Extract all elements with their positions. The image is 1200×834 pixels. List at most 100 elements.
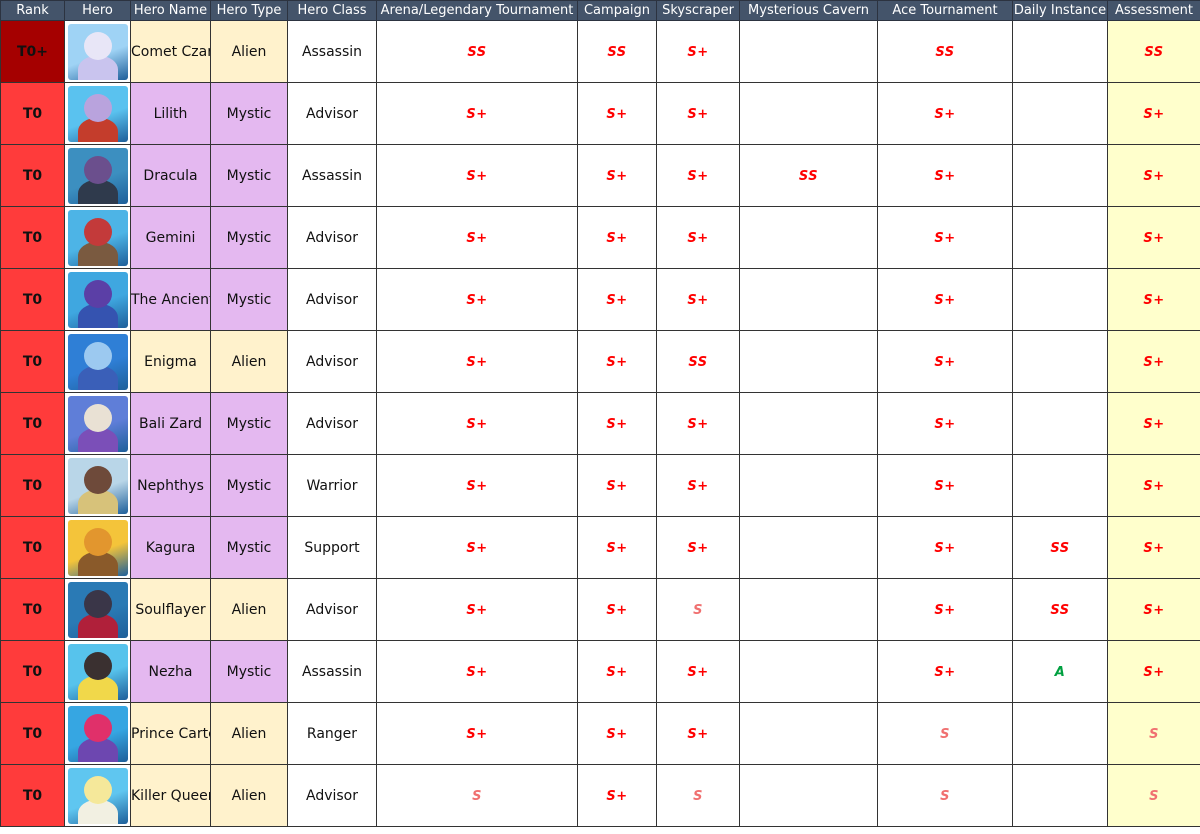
header-hero-type[interactable]: Hero Type xyxy=(210,0,288,21)
header-daily-instance[interactable]: Daily Instance xyxy=(1012,0,1108,21)
mysterious-cavern-grade-cell xyxy=(739,516,878,579)
assessment-grade: S+ xyxy=(1143,416,1165,432)
daily-instance-grade-cell xyxy=(1012,268,1108,331)
hero-portrait-cell xyxy=(64,516,131,579)
arena-grade-cell: S+ xyxy=(376,392,578,455)
campaign-grade-cell: S+ xyxy=(577,392,657,455)
skyscraper-grade: S+ xyxy=(687,292,709,308)
assessment-grade: S+ xyxy=(1143,106,1165,122)
portrait-head-shape xyxy=(83,589,112,618)
ace-tournament-grade: S xyxy=(940,726,950,742)
daily-instance-grade-cell xyxy=(1012,206,1108,269)
the-ancient-portrait xyxy=(67,271,128,328)
ace-tournament-grade-cell: S+ xyxy=(877,330,1013,393)
hero-row: T0 Bali Zard Mystic Advisor S+ S+ S+ S+ S+ xyxy=(0,392,1200,455)
ace-tournament-grade: S+ xyxy=(934,230,956,246)
rank-cell: T0+ xyxy=(0,20,65,83)
hero-row: T0 Lilith Mystic Advisor S+ S+ S+ S+ S+ xyxy=(0,82,1200,145)
enigma-portrait xyxy=(67,333,128,390)
skyscraper-grade: S+ xyxy=(687,230,709,246)
arena-grade: S+ xyxy=(466,664,488,680)
assessment-grade: S xyxy=(1149,726,1159,742)
daily-instance-grade-cell: A xyxy=(1012,640,1108,703)
hero-portrait-cell xyxy=(64,144,131,207)
portrait-head-shape xyxy=(83,93,112,122)
mysterious-cavern-grade-cell xyxy=(739,702,878,765)
mysterious-cavern-grade: SS xyxy=(798,168,819,184)
mysterious-cavern-grade-cell xyxy=(739,206,878,269)
arena-grade: S+ xyxy=(466,292,488,308)
campaign-grade: S+ xyxy=(606,478,628,494)
assessment-grade: S+ xyxy=(1143,168,1165,184)
hero-portrait-cell xyxy=(64,268,131,331)
daily-instance-grade: SS xyxy=(1050,602,1070,618)
skyscraper-grade-cell: S+ xyxy=(656,268,740,331)
header-arena[interactable]: Arena/Legendary Tournament xyxy=(376,0,578,21)
daily-instance-grade-cell: SS xyxy=(1012,516,1108,579)
hero-type-cell: Mystic xyxy=(210,516,288,579)
header-hero-class[interactable]: Hero Class xyxy=(287,0,377,21)
hero-portrait-cell xyxy=(64,392,131,455)
header-campaign[interactable]: Campaign xyxy=(577,0,657,21)
hero-type-cell: Alien xyxy=(210,764,288,827)
header-hero-name[interactable]: Hero Name xyxy=(130,0,211,21)
rank-cell: T0 xyxy=(0,764,65,827)
campaign-grade: S+ xyxy=(606,416,628,432)
rank-cell: T0 xyxy=(0,640,65,703)
ace-tournament-grade-cell: S+ xyxy=(877,144,1013,207)
hero-row: T0 Prince CarterAlienRanger S+ S+ S+ S S xyxy=(0,702,1200,765)
portrait-head-shape xyxy=(83,713,112,742)
hero-name-cell: Nezha xyxy=(130,640,211,703)
assessment-cell: SS xyxy=(1107,20,1200,83)
campaign-grade-cell: S+ xyxy=(577,82,657,145)
hero-portrait-cell xyxy=(64,702,131,765)
hero-name-cell: Kagura xyxy=(130,516,211,579)
hero-type-cell: Alien xyxy=(210,20,288,83)
assessment-cell: S xyxy=(1107,764,1200,827)
campaign-grade: S+ xyxy=(606,540,628,556)
arena-grade: S+ xyxy=(466,726,488,742)
arena-grade: S+ xyxy=(466,106,488,122)
arena-grade: S+ xyxy=(466,230,488,246)
assessment-grade: S+ xyxy=(1143,602,1165,618)
skyscraper-grade: S+ xyxy=(687,168,709,184)
assessment-grade: S+ xyxy=(1143,664,1165,680)
hero-portrait-cell xyxy=(64,206,131,269)
header-ace-tournament[interactable]: Ace Tournament xyxy=(877,0,1013,21)
hero-class-cell: Ranger xyxy=(287,702,377,765)
daily-instance-grade-cell xyxy=(1012,702,1108,765)
ace-tournament-grade: S+ xyxy=(934,478,956,494)
mysterious-cavern-grade-cell xyxy=(739,640,878,703)
hero-portrait-cell xyxy=(64,578,131,641)
comet-czar-portrait xyxy=(67,23,128,80)
hero-class-cell: Advisor xyxy=(287,206,377,269)
skyscraper-grade: S+ xyxy=(687,478,709,494)
header-mysterious-cavern[interactable]: Mysterious Cavern xyxy=(739,0,878,21)
hero-portrait-cell xyxy=(64,454,131,517)
mysterious-cavern-grade-cell xyxy=(739,330,878,393)
assessment-cell: S+ xyxy=(1107,578,1200,641)
header-rank[interactable]: Rank xyxy=(0,0,65,21)
hero-row: T0 The Ancient Mystic Advisor S+ S+ S+ S+ S+ xyxy=(0,268,1200,331)
rank-cell: T0 xyxy=(0,144,65,207)
ace-tournament-grade-cell: S xyxy=(877,702,1013,765)
hero-row: T0+ Comet Czar Alien Assassin SS SS S+ SS SS xyxy=(0,20,1200,83)
campaign-grade-cell: SS xyxy=(577,20,657,83)
header-hero[interactable]: Hero xyxy=(64,0,131,21)
campaign-grade: S+ xyxy=(606,602,628,618)
skyscraper-grade: S+ xyxy=(687,44,709,60)
hero-class-cell: Assassin xyxy=(287,640,377,703)
daily-instance-grade: SS xyxy=(1050,540,1070,556)
lilith-portrait xyxy=(67,85,128,142)
arena-grade-cell: S+ xyxy=(376,516,578,579)
campaign-grade-cell: S+ xyxy=(577,516,657,579)
hero-type-cell: Alien xyxy=(210,578,288,641)
header-skyscraper[interactable]: Skyscraper xyxy=(656,0,740,21)
campaign-grade: SS xyxy=(607,44,627,60)
hero-row: T0 Nezha Mystic Assassin S+ S+ S+ S+ A S+ xyxy=(0,640,1200,703)
campaign-grade: S+ xyxy=(606,106,628,122)
killer-queen-portrait xyxy=(67,767,128,824)
campaign-grade-cell: S+ xyxy=(577,206,657,269)
arena-grade-cell: S+ xyxy=(376,206,578,269)
header-assessment[interactable]: Assessment xyxy=(1107,0,1200,21)
